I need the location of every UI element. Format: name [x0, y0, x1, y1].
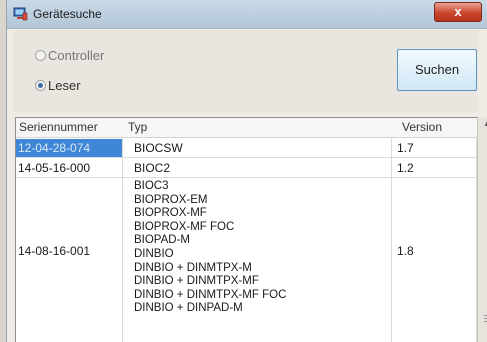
type-cell: BIOC2: [134, 161, 171, 175]
radio-button[interactable]: [35, 49, 46, 61]
table-header: Seriennummer Typ Version: [16, 118, 484, 138]
table-row[interactable]: 14-08-16-001 BIOC3 BIOPROX-EM BIOPROX-MF…: [16, 178, 476, 342]
type-item: DINBIO + DINMTPX-MF FOC: [134, 288, 287, 301]
device-search-window: Gerätesuche x Controller Leser Suchen Se…: [6, 0, 487, 342]
device-table: Seriennummer Typ Version 12-04-28-074 BI…: [15, 117, 485, 342]
type-item: BIOPROX-MF FOC: [134, 220, 235, 233]
column-header-serial[interactable]: Seriennummer: [19, 120, 98, 134]
radio-reader[interactable]: Leser: [35, 76, 81, 94]
version-cell: 1.8: [397, 244, 414, 258]
serial-cell: 14-05-16-000: [18, 161, 91, 175]
computer-icon: [13, 7, 28, 21]
close-button[interactable]: x: [434, 2, 482, 22]
type-item: DINBIO + DINMTPX-MF: [134, 275, 259, 288]
type-item: BIOPROX-EM: [134, 193, 208, 206]
title-bar[interactable]: Gerätesuche x: [7, 0, 487, 29]
search-button[interactable]: Suchen: [397, 49, 477, 91]
type-item: DINBIO: [134, 247, 174, 260]
type-item: BIOPROX-MF: [134, 207, 207, 220]
vertical-scrollbar[interactable]: ▲: [477, 117, 487, 342]
version-cell: 1.7: [397, 141, 414, 155]
radio-label: Leser: [48, 77, 81, 93]
serial-cell: 14-08-16-001: [18, 244, 91, 258]
radio-button-checked[interactable]: [35, 79, 46, 91]
column-header-type[interactable]: Typ: [128, 120, 147, 134]
type-item: BIOPAD-M: [134, 234, 191, 247]
table-row[interactable]: 14-05-16-000 BIOC2 1.2: [16, 158, 476, 178]
selected-cell[interactable]: 12-04-28-074: [16, 139, 122, 157]
window-title: Gerätesuche: [33, 7, 102, 21]
serial-cell: 12-04-28-074: [18, 141, 91, 155]
type-cell: BIOCSW: [134, 141, 183, 155]
arrow-up-icon[interactable]: ▲: [483, 119, 487, 128]
close-icon: x: [454, 4, 462, 19]
type-list: BIOC3 BIOPROX-EM BIOPROX-MF BIOPROX-MF F…: [134, 180, 286, 316]
type-item: BIOC3: [134, 180, 169, 192]
radio-controller[interactable]: Controller: [35, 46, 104, 64]
version-cell: 1.2: [397, 161, 414, 175]
type-item: DINBIO + DINPAD-M: [134, 302, 243, 315]
search-options-panel: Controller Leser Suchen: [13, 30, 478, 112]
table-row[interactable]: 12-04-28-074 BIOCSW 1.7: [16, 139, 476, 158]
column-header-version[interactable]: Version: [402, 120, 442, 134]
radio-label: Controller: [48, 47, 105, 63]
type-item: DINBIO + DINMTPX-M: [134, 261, 252, 274]
